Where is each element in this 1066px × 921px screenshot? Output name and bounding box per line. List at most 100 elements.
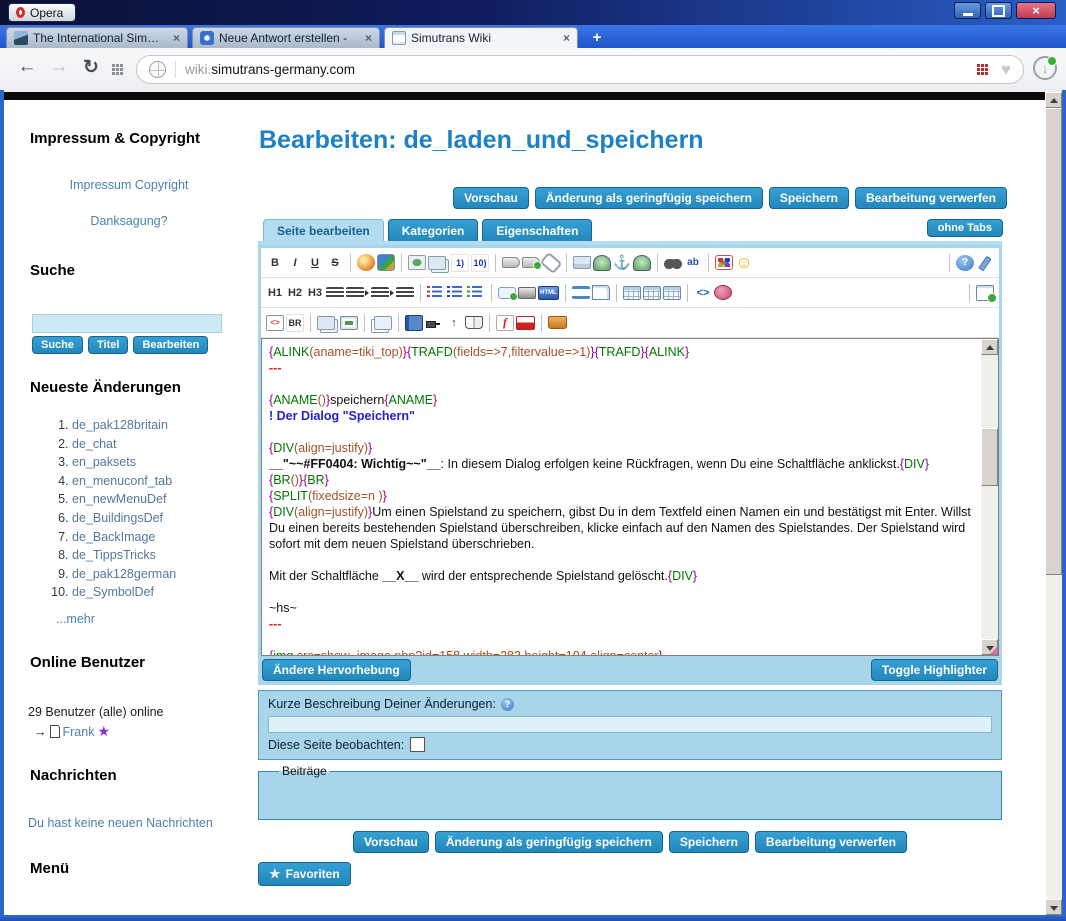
- editor-scroll-up-button[interactable]: [981, 339, 998, 355]
- resize-grip-icon[interactable]: [989, 646, 998, 655]
- recent-change-link[interactable]: de_chat: [72, 437, 116, 451]
- close-tab-icon[interactable]: ×: [173, 31, 180, 45]
- ohne-tabs-button[interactable]: ohne Tabs: [927, 219, 1003, 237]
- minor-save-button-top[interactable]: Änderung als geringfügig speichern: [535, 187, 763, 209]
- comment-icon[interactable]: [498, 287, 516, 299]
- image-link-icon[interactable]: [633, 255, 651, 271]
- vorschau-button-top[interactable]: Vorschau: [453, 187, 529, 209]
- book-icon[interactable]: [405, 315, 423, 331]
- open-book-icon[interactable]: [465, 316, 483, 329]
- page-break-icon[interactable]: [572, 286, 590, 299]
- recent-change-link[interactable]: en_menuconf_tab: [72, 474, 172, 488]
- duplicate-icon[interactable]: [374, 316, 392, 330]
- browser-tab-3-active[interactable]: Simutrans Wiki ×: [384, 27, 578, 48]
- opera-menu-button[interactable]: Opera: [8, 3, 76, 22]
- scroll-down-button[interactable]: [1045, 899, 1062, 915]
- image-frame-icon[interactable]: [340, 316, 358, 330]
- move-up-icon[interactable]: ↑: [445, 314, 463, 332]
- copy-pages-icon[interactable]: [317, 316, 335, 330]
- recent-change-link[interactable]: de_pak128german: [72, 567, 176, 581]
- orange-box-icon[interactable]: [548, 316, 567, 329]
- youtube-icon[interactable]: [516, 316, 535, 330]
- wiki-editor[interactable]: {ALINK(aname=tiki_top)}{TRAFD(fields=>7,…: [261, 338, 999, 656]
- browser-tab-1[interactable]: The International Simutra ×: [6, 27, 188, 48]
- footnote-icon[interactable]: 1): [451, 254, 469, 272]
- underline-icon[interactable]: U: [306, 254, 324, 272]
- no-messages-link[interactable]: Du hast keine neuen Nachrichten: [28, 816, 213, 830]
- file-gallery-icon[interactable]: [573, 256, 591, 269]
- maximize-button[interactable]: [985, 2, 1012, 19]
- definition-list-icon[interactable]: [467, 286, 485, 299]
- footnote-list-icon[interactable]: 10): [471, 254, 489, 272]
- mehr-link[interactable]: ...mehr: [56, 612, 95, 626]
- special-plugin-icon[interactable]: [714, 285, 732, 300]
- search-input[interactable]: [32, 314, 222, 333]
- reload-icon[interactable]: ↻: [78, 56, 104, 79]
- image-icon[interactable]: [408, 255, 426, 270]
- strikethrough-icon[interactable]: S: [326, 254, 344, 272]
- text-color-icon[interactable]: [357, 254, 375, 271]
- minor-save-button-bottom[interactable]: Änderung als geringfügig speichern: [435, 831, 663, 853]
- vorschau-button-bottom[interactable]: Vorschau: [353, 831, 429, 853]
- bold-icon[interactable]: B: [266, 254, 284, 272]
- plugin-code-icon[interactable]: <>: [694, 284, 712, 302]
- danksagung-link[interactable]: Danksagung?: [90, 214, 167, 228]
- table-simple-icon[interactable]: [623, 286, 641, 300]
- outdent-icon[interactable]: [371, 287, 389, 299]
- gray-box-icon[interactable]: [518, 287, 536, 299]
- new-tab-button[interactable]: +: [588, 29, 606, 45]
- tab-kategorien[interactable]: Kategorien: [388, 219, 479, 242]
- table-full-icon[interactable]: [663, 286, 681, 300]
- impressum-copyright-link[interactable]: Impressum Copyright: [70, 178, 189, 192]
- wiki-link-icon[interactable]: [502, 257, 520, 268]
- line-break-icon[interactable]: BR: [286, 314, 304, 332]
- speichern-button-top[interactable]: Speichern: [769, 187, 849, 209]
- minimize-button[interactable]: [954, 2, 981, 19]
- forward-icon[interactable]: →: [46, 56, 72, 78]
- fullscreen-icon[interactable]: [976, 285, 994, 301]
- background-color-icon[interactable]: [377, 254, 395, 271]
- recent-change-link[interactable]: de_BackImage: [72, 530, 155, 544]
- suche-button[interactable]: Suche: [32, 336, 83, 354]
- speed-dial-icon[interactable]: [977, 64, 989, 76]
- admin-wrench-icon[interactable]: [976, 255, 994, 271]
- new-page-icon[interactable]: [592, 285, 610, 300]
- editor-scroll-thumb[interactable]: [981, 428, 998, 486]
- close-tab-icon[interactable]: ×: [365, 31, 372, 45]
- external-link-icon[interactable]: [522, 257, 540, 268]
- smiley-icon[interactable]: ☺: [735, 254, 753, 272]
- url-field[interactable]: wiki. simutrans-germany.com ♥: [136, 55, 1024, 84]
- recent-change-link[interactable]: de_TippsTricks: [72, 548, 156, 562]
- bullet-list-icon[interactable]: [427, 286, 445, 299]
- titel-button[interactable]: Titel: [88, 336, 128, 354]
- code-page-icon[interactable]: <>: [266, 315, 284, 331]
- description-input[interactable]: [268, 716, 992, 733]
- favoriten-button[interactable]: ★ Favoriten: [258, 862, 351, 886]
- numbered-list-icon[interactable]: [447, 286, 465, 299]
- special-char-icon[interactable]: [715, 255, 733, 270]
- menu-grid-icon[interactable]: [112, 64, 124, 76]
- tab-eigenschaften[interactable]: Eigenschaften: [482, 219, 592, 242]
- help-icon[interactable]: ?: [956, 255, 974, 271]
- heading-2-icon[interactable]: H2: [286, 284, 304, 302]
- translate-icon[interactable]: ab: [684, 254, 702, 272]
- toggle-highlighter-button[interactable]: Toggle Highlighter: [871, 659, 998, 681]
- attachment-icon[interactable]: [540, 251, 563, 273]
- download-button[interactable]: ↓: [1033, 56, 1057, 80]
- anchor-icon[interactable]: ⚓: [613, 254, 631, 272]
- tab-seite-bearbeiten[interactable]: Seite bearbeiten: [263, 219, 384, 242]
- heading-3-icon[interactable]: H3: [306, 284, 324, 302]
- user-frank-link[interactable]: Frank: [63, 725, 95, 739]
- recent-change-link[interactable]: de_BuildingsDef: [72, 511, 163, 525]
- heading-1-icon[interactable]: H1: [266, 284, 284, 302]
- flash-icon[interactable]: f: [496, 315, 514, 331]
- html-icon[interactable]: HTML: [538, 286, 559, 300]
- speichern-button-bottom[interactable]: Speichern: [669, 831, 749, 853]
- find-icon[interactable]: [664, 256, 682, 269]
- wiki-editor-content[interactable]: {ALINK(aname=tiki_top)}{TRAFD(fields=>7,…: [262, 339, 981, 655]
- align-center-icon[interactable]: [326, 287, 344, 299]
- editor-scroll-down-button[interactable]: [981, 639, 998, 655]
- italic-icon[interactable]: I: [286, 254, 304, 272]
- recent-change-link[interactable]: de_pak128britain: [72, 418, 168, 432]
- recent-change-link[interactable]: en_paksets: [72, 455, 136, 469]
